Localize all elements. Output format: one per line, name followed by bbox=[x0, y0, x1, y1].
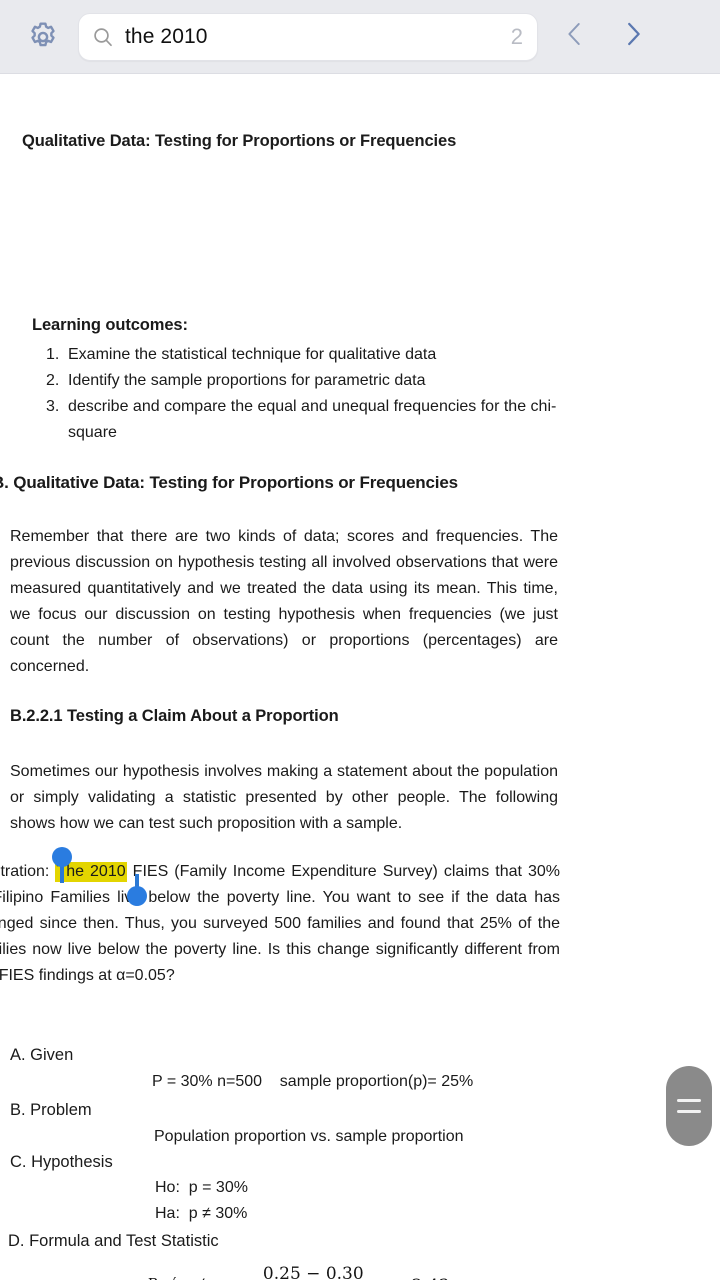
formula-fraction-right: 0.25 − 0.30 * bbox=[259, 1264, 368, 1280]
previous-match-button[interactable] bbox=[546, 8, 604, 66]
formula-radical: √pq/n z bbox=[165, 1276, 229, 1280]
formula-numerator-2: 0.25 − 0.30 bbox=[262, 1264, 364, 1280]
chevron-left-icon bbox=[560, 17, 590, 56]
formula-numerator: p − P bbox=[111, 1275, 161, 1280]
list-item-number: 1. bbox=[46, 346, 60, 363]
list-item-number: 3. bbox=[46, 398, 60, 415]
formula-equals: = bbox=[91, 1276, 105, 1280]
list-item: 3. describe and compare the equal and un… bbox=[46, 394, 576, 446]
alternative-hypothesis: Ha: p ≠ 30% bbox=[155, 1205, 248, 1222]
list-item-label: Identify the sample proportions for para… bbox=[68, 372, 426, 389]
settings-button[interactable] bbox=[14, 8, 72, 66]
document-top-heading: Qualitative Data: Testing for Proportion… bbox=[22, 132, 457, 150]
subsection-heading: B.2.2.1 Testing a Claim About a Proporti… bbox=[10, 707, 339, 725]
formula-result: = −2.43 bbox=[378, 1276, 450, 1280]
illustration-lead: Illustration: bbox=[0, 863, 50, 880]
formula-equals-2: = bbox=[233, 1276, 247, 1280]
search-field[interactable]: the 2010 2 bbox=[78, 12, 538, 61]
search-match-count: 2 bbox=[510, 23, 523, 49]
list-item: 2. Identify the sample proportions for p… bbox=[46, 368, 576, 394]
gear-icon bbox=[26, 20, 60, 54]
chevron-right-icon bbox=[618, 17, 648, 56]
search-input-value[interactable]: the 2010 bbox=[125, 25, 503, 49]
test-statistic-formula: z = p − P √pq/n z = 0.25 − 0.30 * = −2.4… bbox=[78, 1264, 449, 1280]
illustration-paragraph[interactable]: Illustration: The 2010 FIES (Family Inco… bbox=[0, 859, 560, 989]
learning-outcomes-title: Learning outcomes: bbox=[32, 316, 188, 334]
learning-outcomes-list: 1. Examine the statistical technique for… bbox=[46, 342, 576, 446]
scroll-thumb-handle[interactable] bbox=[666, 1066, 712, 1146]
list-item-label: Examine the statistical technique for qu… bbox=[68, 346, 437, 363]
step-b-label: B. Problem bbox=[10, 1101, 92, 1119]
step-b-value: Population proportion vs. sample proport… bbox=[154, 1128, 464, 1145]
search-toolbar: the 2010 2 bbox=[0, 0, 720, 74]
list-item-number: 2. bbox=[46, 372, 60, 389]
step-c-label: C. Hypothesis bbox=[10, 1153, 113, 1171]
scroll-thumb-line bbox=[677, 1110, 701, 1113]
list-item-label: describe and compare the equal and unequ… bbox=[68, 398, 557, 441]
search-icon bbox=[91, 25, 115, 49]
list-item: 1. Examine the statistical technique for… bbox=[46, 342, 576, 368]
step-a-label: A. Given bbox=[10, 1046, 74, 1064]
null-hypothesis: Ho: p = 30% bbox=[155, 1179, 248, 1196]
search-highlight: The 2010 bbox=[55, 862, 127, 882]
body-paragraph: Sometimes our hypothesis involves making… bbox=[10, 763, 558, 832]
document-viewport[interactable]: Qualitative Data: Testing for Proportion… bbox=[0, 74, 720, 1280]
step-a-value: P = 30% n=500 sample proportion(p)= 25% bbox=[152, 1073, 474, 1090]
section-heading: B. Qualitative Data: Testing for Proport… bbox=[0, 473, 458, 492]
formula-z-symbol: z bbox=[78, 1276, 87, 1280]
body-paragraph: Remember that there are two kinds of dat… bbox=[10, 528, 558, 675]
formula-fraction-left: p − P bbox=[111, 1275, 161, 1280]
scroll-thumb-line bbox=[677, 1099, 701, 1102]
next-match-button[interactable] bbox=[604, 8, 662, 66]
step-d-label: D. Formula and Test Statistic bbox=[8, 1232, 219, 1250]
